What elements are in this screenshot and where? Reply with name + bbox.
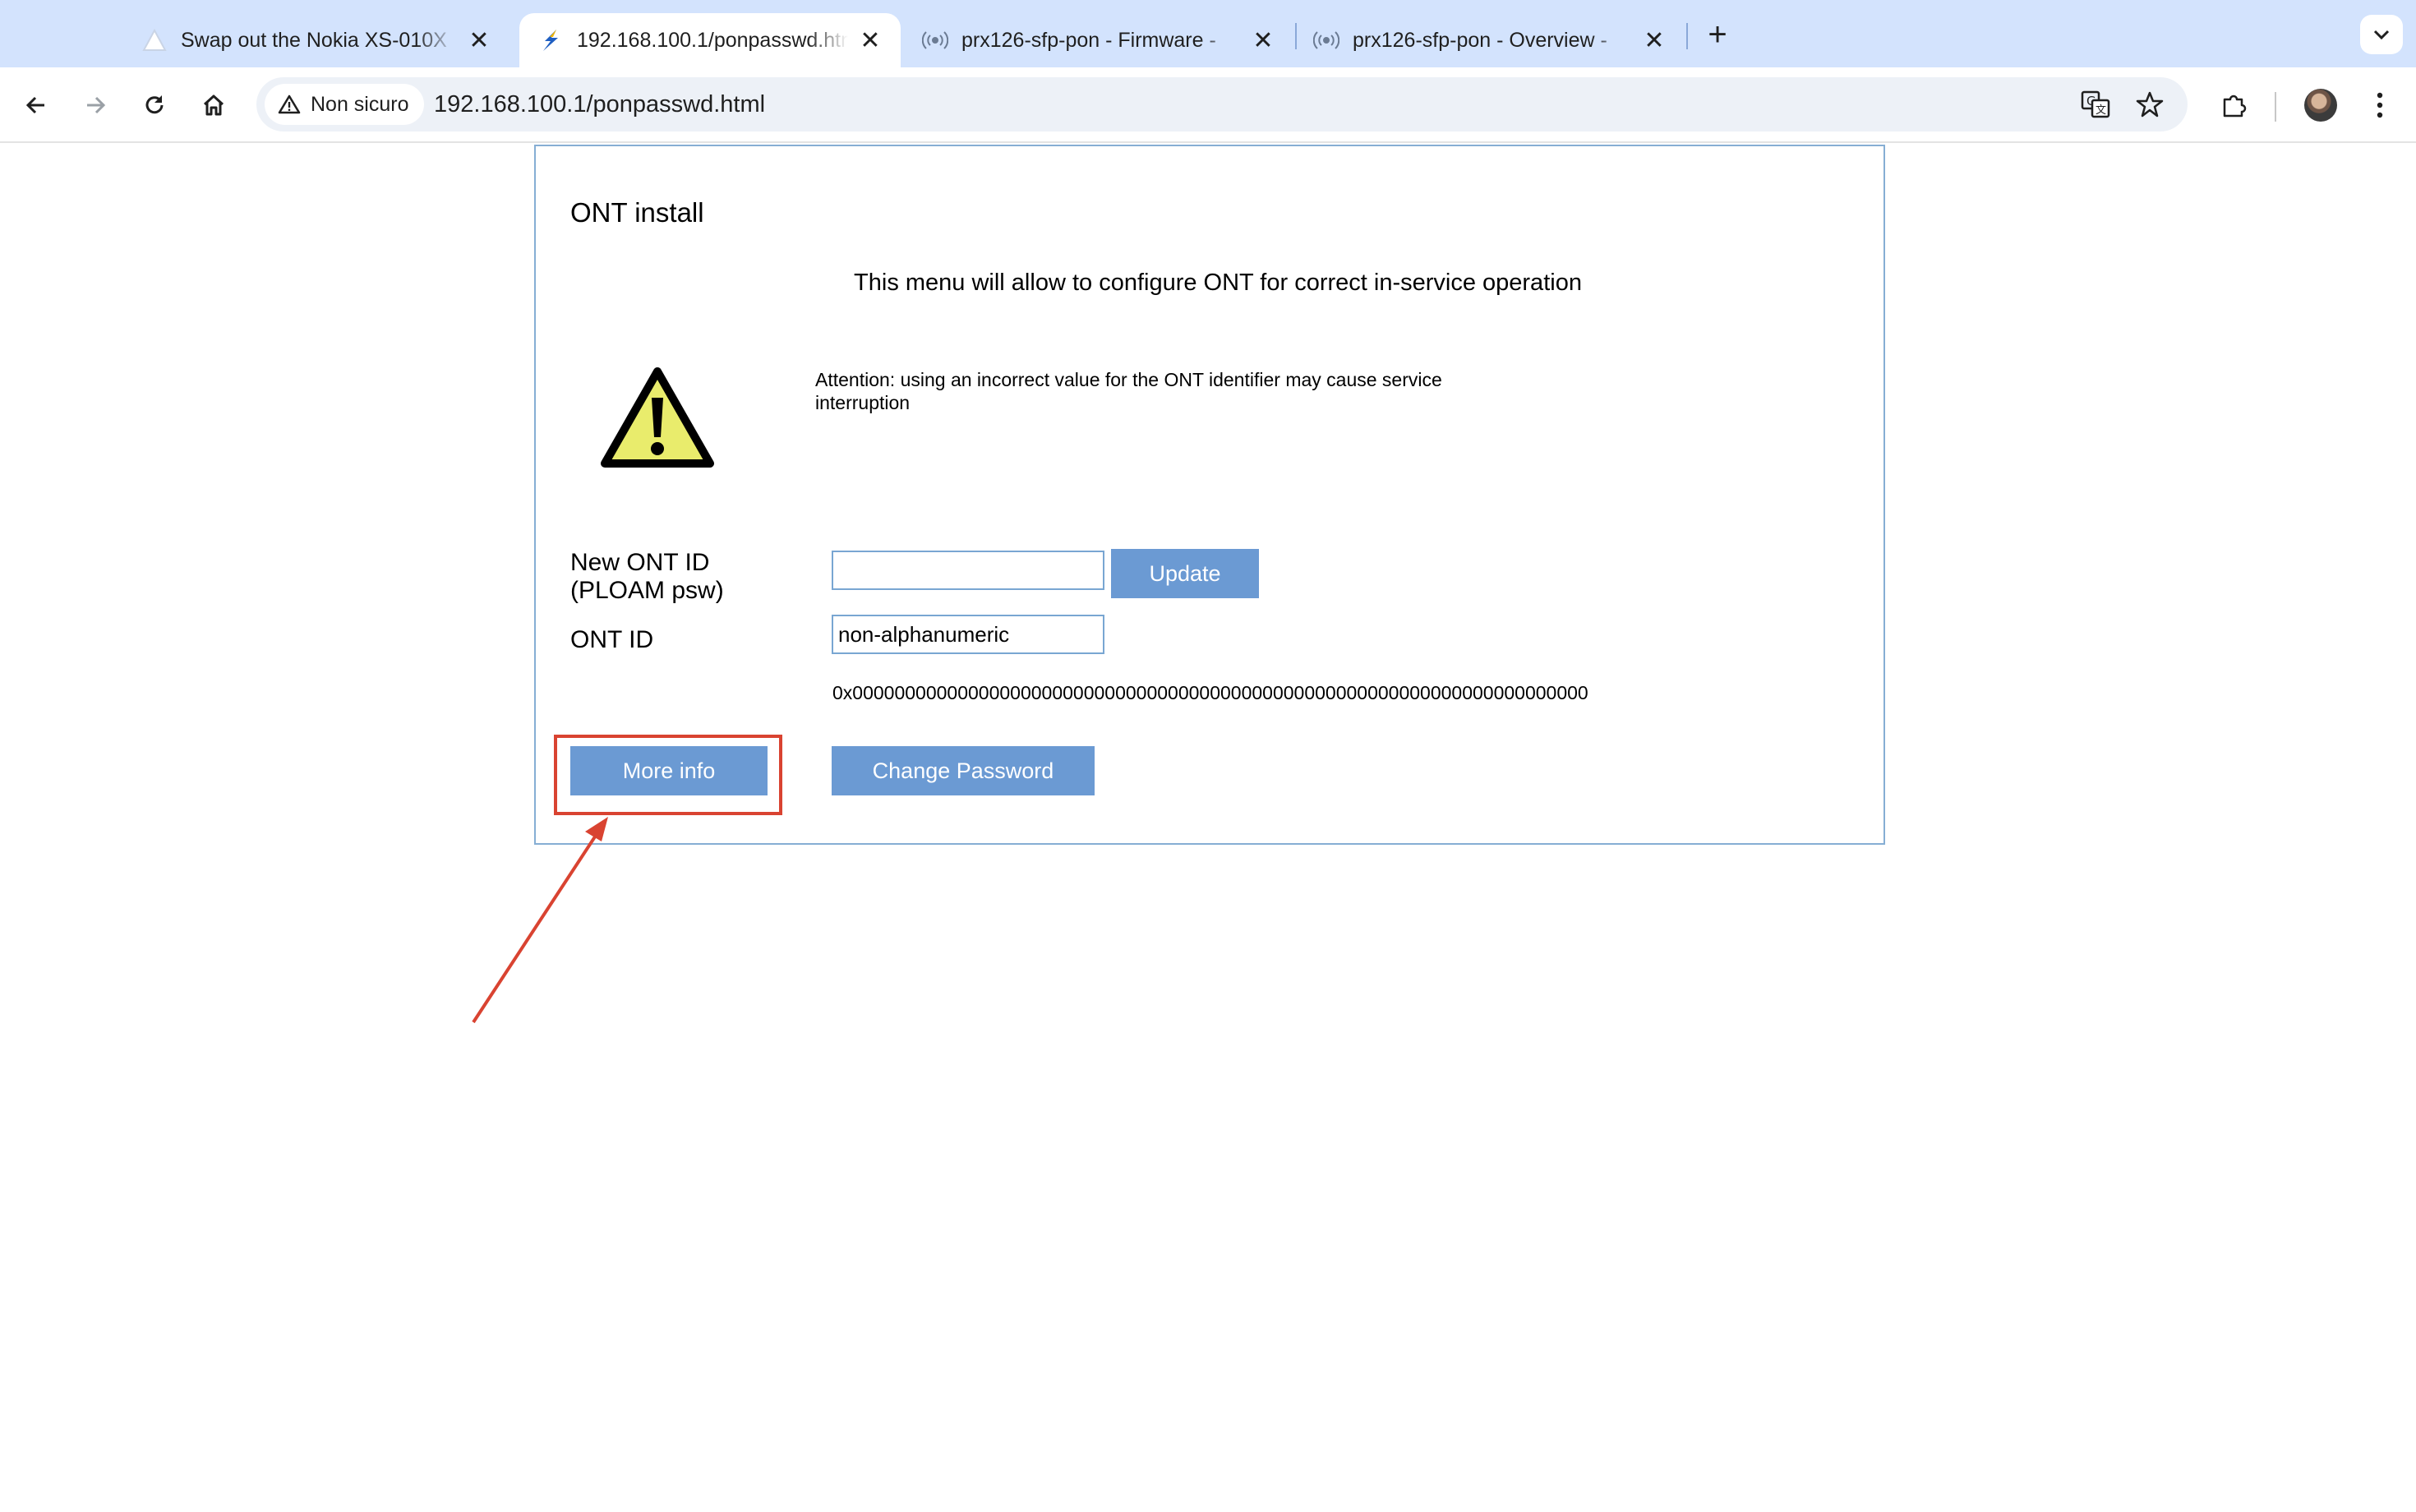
toolbar-divider bbox=[2275, 92, 2276, 122]
tab-search-button[interactable] bbox=[2360, 15, 2403, 54]
close-icon[interactable]: ✕ bbox=[467, 27, 491, 54]
annotation-highlight-box bbox=[554, 735, 782, 815]
tab-strip: Swap out the Nokia XS-010X ✕ 192.168.100… bbox=[0, 0, 2416, 67]
back-arrow-icon bbox=[25, 96, 44, 114]
ont-id-input[interactable] bbox=[832, 615, 1104, 654]
attention-text: Attention: using an incorrect value for … bbox=[815, 369, 1442, 413]
home-icon bbox=[203, 94, 224, 116]
back-button[interactable] bbox=[13, 82, 59, 128]
warning-icon bbox=[600, 366, 715, 474]
close-icon[interactable]: ✕ bbox=[1251, 27, 1275, 54]
close-icon[interactable]: ✕ bbox=[858, 27, 883, 54]
profile-avatar[interactable] bbox=[2304, 89, 2337, 122]
tab-firmware[interactable]: prx126-sfp-pon - Firmware - ✕ bbox=[904, 13, 1293, 67]
extensions-button[interactable] bbox=[2211, 82, 2257, 128]
tab-separator bbox=[1686, 23, 1688, 49]
update-button[interactable]: Update bbox=[1111, 549, 1259, 598]
tab-ponpasswd[interactable]: 192.168.100.1/ponpasswd.html ✕ bbox=[519, 13, 901, 67]
tab-title: Swap out the Nokia XS-010X bbox=[181, 28, 447, 52]
more-vertical-icon bbox=[2377, 92, 2383, 118]
ont-id-hex-value: 0x00000000000000000000000000000000000000… bbox=[832, 682, 1588, 703]
ont-id-label: ONT ID bbox=[570, 626, 654, 653]
puzzle-icon bbox=[2223, 94, 2247, 118]
page-subtitle: This menu will allow to configure ONT fo… bbox=[854, 270, 1582, 296]
tab-title: prx126-sfp-pon - Firmware - bbox=[961, 28, 1216, 52]
home-button[interactable] bbox=[191, 82, 237, 128]
reload-icon bbox=[145, 95, 164, 114]
close-icon[interactable]: ✕ bbox=[1642, 27, 1667, 54]
reload-button[interactable] bbox=[131, 82, 178, 128]
broadcast-icon bbox=[1313, 27, 1339, 53]
forward-button[interactable] bbox=[72, 82, 118, 128]
change-password-button[interactable]: Change Password bbox=[832, 746, 1095, 795]
page-title: ONT install bbox=[570, 197, 704, 228]
security-label: Non sicuro bbox=[311, 92, 409, 116]
new-ont-id-input[interactable] bbox=[832, 551, 1104, 590]
warning-triangle-icon bbox=[278, 94, 301, 114]
translate-icon[interactable]: G 文 bbox=[2077, 86, 2114, 122]
tab-nokia-swap[interactable]: Swap out the Nokia XS-010X ✕ bbox=[123, 13, 509, 67]
new-ont-id-label: New ONT ID (PLOAM psw) bbox=[570, 549, 724, 604]
tab-title: 192.168.100.1/ponpasswd.html bbox=[577, 28, 848, 52]
menu-button[interactable] bbox=[2357, 82, 2403, 128]
chevron-down-icon bbox=[2373, 30, 2390, 40]
lightning-logo-icon bbox=[537, 27, 564, 53]
browser-toolbar: Non sicuro 192.168.100.1/ponpasswd.html … bbox=[0, 67, 2416, 143]
url-text[interactable]: 192.168.100.1/ponpasswd.html bbox=[434, 77, 765, 131]
address-bar[interactable]: Non sicuro 192.168.100.1/ponpasswd.html … bbox=[256, 77, 2188, 131]
security-chip[interactable]: Non sicuro bbox=[265, 84, 424, 125]
broadcast-icon bbox=[922, 27, 948, 53]
bookmark-star-icon[interactable] bbox=[2132, 86, 2168, 122]
new-tab-button[interactable]: + bbox=[1699, 16, 1736, 53]
triangle-logo-icon bbox=[141, 27, 168, 53]
tab-overview[interactable]: prx126-sfp-pon - Overview - ✕ bbox=[1295, 13, 1685, 67]
forward-arrow-icon bbox=[87, 96, 106, 114]
svg-text:文: 文 bbox=[2096, 104, 2106, 117]
tab-title: prx126-sfp-pon - Overview - bbox=[1353, 28, 1607, 52]
